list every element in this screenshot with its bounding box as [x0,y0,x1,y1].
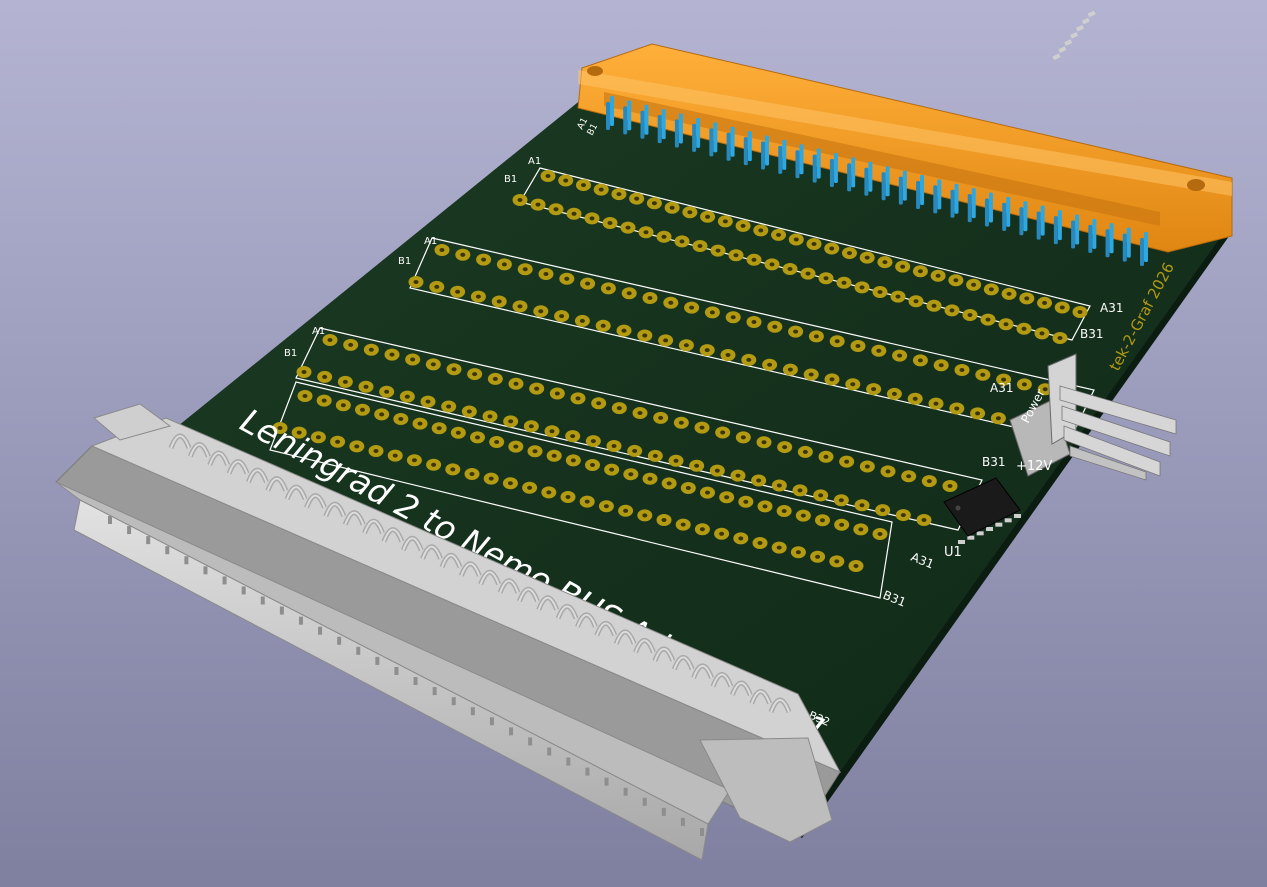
connector-pin [816,148,821,179]
label-b1-row2: B1 [398,256,411,267]
connector-pin [902,170,907,201]
connector-pin [1075,214,1080,245]
connector-pin [713,122,718,153]
connector-pin [610,96,614,126]
label-a31-row3: A31 [990,381,1013,395]
connector-pin [799,144,804,175]
v12-label: +12V [1016,459,1052,474]
label-a1-row2: A1 [424,236,437,247]
connector-pin [1109,223,1114,254]
connector-pin [644,104,649,135]
pcb-3d-render: A1 B1 A1 B1 A1 B1 A1 B1 A31 B31 A31 B31 … [55,10,1233,861]
connector-pin [1144,232,1148,262]
connector-pin [765,135,770,166]
connector-pin [988,192,993,223]
connector-pin [1126,227,1131,258]
connector-pin [971,188,976,219]
label-b1-row3: B1 [284,348,297,359]
connector-pin [868,161,873,192]
connector-pin [920,174,925,205]
connector-pin [1092,218,1097,249]
label-b31-row2: B31 [1080,327,1104,341]
label-a1-row3: A1 [312,326,325,337]
connector-pin [833,153,838,184]
connector-pin [851,157,856,188]
label-a31-row2: A31 [1100,301,1123,315]
label-b1-row1: B1 [504,174,517,185]
u1-label: U1 [944,545,962,560]
connector-pin [937,179,942,210]
connector-pin [1006,196,1011,227]
connector-pin [747,131,752,162]
label-a1-row1: A1 [528,156,541,167]
connector-pin [696,117,701,148]
connector-pin [678,113,683,144]
connector-pin [1040,205,1045,236]
connector-pin [661,109,666,140]
connector-pin [1023,201,1028,232]
connector-pin [885,166,890,197]
connector-pin [1057,210,1062,241]
connector-pin [782,139,787,170]
connector-pin [730,126,735,157]
connector-pin [627,100,632,131]
connector-pin [954,183,959,214]
label-b31-row3: B31 [982,455,1006,469]
